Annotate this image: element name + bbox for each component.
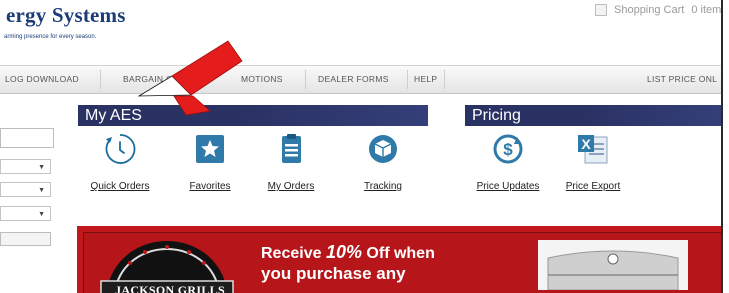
cart-count: 0 item [691,4,722,16]
shopping-cart-link[interactable]: Shopping Cart 0 item [595,2,721,18]
browser-viewport: ergy Systems arming presence for every s… [0,0,723,293]
svg-text:$: $ [503,140,513,159]
quick-orders-link[interactable]: Quick Orders [85,132,155,192]
package-icon [369,135,397,163]
pricing-header: Pricing [465,105,721,126]
grill-photo [538,240,688,290]
price-export-link[interactable]: X Price Export [558,132,628,192]
price-export-label: Price Export [565,181,621,192]
nav-list-price-only[interactable]: LIST PRICE ONL [647,66,717,93]
cart-label: Shopping Cart [614,4,685,16]
nav-help[interactable]: HELP [414,66,437,93]
sidebar-select-3[interactable]: ▼ [0,206,51,221]
promo-line1-pre: Receive [261,245,326,262]
sidebar-search-input[interactable] [0,128,54,148]
nav-dealer-forms[interactable]: DEALER FORMS [318,66,389,93]
sidebar-select-1[interactable]: ▼ [0,159,51,174]
my-orders-label: My Orders [267,181,315,192]
pointer-arrow-icon [138,40,243,116]
promo-headline-1: Receive 10% Off when [261,242,435,263]
nav-catalog-download[interactable]: LOG DOWNLOAD [5,66,79,93]
my-aes-title: My AES [85,107,142,124]
nav-promotions[interactable]: MOTIONS [241,66,283,93]
my-aes-header: My AES [78,105,428,126]
brand-name[interactable]: ergy Systems [6,3,126,28]
clipboard-icon [282,134,301,163]
nav-divider [444,70,445,89]
favorites-link[interactable]: Favorites [175,132,245,192]
star-icon [196,135,224,163]
nav-divider [305,70,306,89]
promo-discount: 10% [325,242,362,262]
svg-text:X: X [581,136,591,152]
cart-icon [595,4,607,16]
nav-divider [407,70,408,89]
sidebar-select-2[interactable]: ▼ [0,182,51,197]
promo-banner[interactable]: JACKSON GRILLS Receive 10% Off when you … [77,226,721,293]
brand-tagline: arming presence for every season. [4,34,97,40]
promo-headline-2: you purchase any [261,264,406,283]
price-updates-label: Price Updates [476,181,540,192]
quick-orders-label: Quick Orders [90,181,150,192]
my-orders-link[interactable]: My Orders [256,132,326,192]
sidebar-button[interactable] [0,232,51,246]
tracking-label: Tracking [364,181,402,192]
promo-line1-post: Off when [361,245,435,262]
dollar-refresh-icon: $ [493,134,523,164]
price-updates-link[interactable]: $ Price Updates [473,132,543,192]
logo-text: JACKSON GRILLS [115,283,225,293]
favorites-label: Favorites [189,181,231,192]
pricing-title: Pricing [472,107,521,124]
tracking-link[interactable]: Tracking [348,132,418,192]
excel-icon: X [578,135,608,164]
nav-divider [100,70,101,89]
stopwatch-icon [105,134,136,164]
main-nav: LOG DOWNLOAD BARGAIN CORNA MOTIONS DEALE… [0,65,721,94]
